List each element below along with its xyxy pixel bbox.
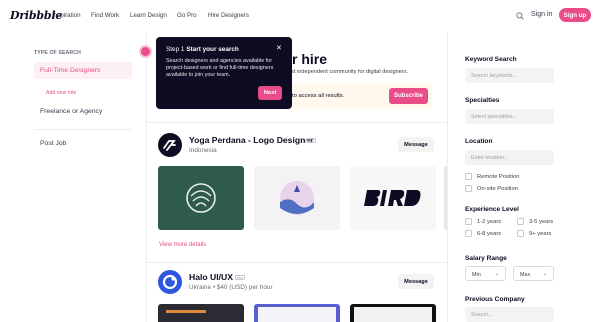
shot-detail bbox=[354, 307, 432, 322]
shot-thumbnail[interactable] bbox=[350, 166, 436, 230]
designer-location-rate: Ukraine • $40 (USD) per hour bbox=[189, 284, 273, 291]
salary-range-label: Salary Range bbox=[465, 255, 507, 262]
sidebar-item-full-time[interactable]: Full-Time Designers bbox=[34, 62, 132, 79]
onsite-checkbox[interactable] bbox=[465, 185, 472, 192]
top-nav: Dribbble Inspiration Find Work Learn Des… bbox=[0, 0, 600, 32]
salary-min-value: Min bbox=[472, 271, 481, 278]
exp-9-plus-checkbox[interactable] bbox=[517, 230, 524, 237]
main-separator-1 bbox=[147, 122, 447, 123]
shot-thumbnail[interactable] bbox=[254, 166, 340, 230]
salary-max-value: Max bbox=[520, 271, 531, 278]
sidebar-divider bbox=[146, 32, 147, 322]
add-new-role-link[interactable]: Add new role bbox=[46, 90, 76, 96]
keyword-search-input[interactable]: Search keywords... bbox=[465, 68, 554, 83]
subscribe-button[interactable]: Subscribe bbox=[389, 88, 428, 104]
sign-up-button[interactable]: Sign up bbox=[559, 8, 591, 22]
main-separator-2 bbox=[147, 262, 447, 263]
message-button[interactable]: Message bbox=[398, 137, 434, 152]
close-icon[interactable]: ✕ bbox=[276, 44, 282, 52]
nav-link-go-pro[interactable]: Go Pro bbox=[177, 12, 197, 19]
nav-link-find-work[interactable]: Find Work bbox=[91, 12, 119, 19]
page-title: r hire bbox=[292, 51, 328, 67]
shot-detail bbox=[258, 307, 336, 322]
avatar[interactable] bbox=[158, 133, 182, 157]
onsite-label: On-site Position bbox=[477, 186, 518, 192]
designer-name[interactable]: Halo UI/UX bbox=[189, 272, 233, 282]
chevron-down-icon: ⌄ bbox=[494, 271, 499, 277]
salary-min-select[interactable]: Min ⌄ bbox=[465, 266, 506, 281]
experience-level-label: Experience Level bbox=[465, 206, 519, 213]
previous-company-label: Previous Company bbox=[465, 296, 525, 303]
onboarding-tooltip: Step 1 Start your search ✕ Search design… bbox=[156, 37, 292, 109]
filters-divider bbox=[447, 32, 448, 322]
view-more-details-link[interactable]: View more details bbox=[159, 242, 206, 248]
tour-title: Start your search bbox=[186, 46, 239, 53]
yp-monogram-icon bbox=[163, 140, 176, 151]
exp-3-5-checkbox[interactable] bbox=[517, 218, 524, 225]
halo-logo-icon bbox=[162, 274, 178, 290]
sidebar-item-post-job[interactable]: Post Job bbox=[40, 140, 66, 147]
tour-beacon[interactable] bbox=[141, 47, 150, 56]
keyword-search-label: Keyword Search bbox=[465, 56, 517, 63]
specialties-select[interactable]: Select specialties... bbox=[465, 109, 554, 124]
remote-checkbox[interactable] bbox=[465, 173, 472, 180]
exp-9-plus-label: 9+ years bbox=[529, 231, 552, 237]
shot-thumbnail[interactable] bbox=[350, 304, 436, 322]
location-input[interactable]: Enter location... bbox=[465, 150, 554, 165]
shot-thumbnail-partial[interactable] bbox=[444, 166, 447, 230]
sidebar-item-label: Full-Time Designers bbox=[40, 67, 101, 74]
specialties-label: Specialties bbox=[465, 97, 500, 104]
exp-6-8-label: 6-8 years bbox=[477, 231, 502, 237]
nav-link-hire-designers[interactable]: Hire Designers bbox=[208, 12, 249, 19]
tour-body: Search designers and agencies available … bbox=[166, 58, 274, 78]
exp-3-5-label: 3-5 years bbox=[529, 219, 554, 225]
shot-detail bbox=[166, 310, 206, 313]
message-button[interactable]: Message bbox=[398, 274, 434, 289]
tour-step-heading: Step 1 Start your search bbox=[166, 46, 239, 53]
sign-in-link[interactable]: Sign in bbox=[531, 11, 552, 18]
search-icon[interactable] bbox=[516, 12, 524, 20]
designer-location: Ukraine bbox=[189, 284, 212, 291]
exp-6-8-checkbox[interactable] bbox=[465, 230, 472, 237]
designer-rate: $40 (USD) per hour bbox=[216, 284, 273, 291]
shot-thumbnail[interactable] bbox=[254, 304, 340, 322]
chevron-down-icon: ⌄ bbox=[542, 271, 547, 277]
mountain-logo-icon bbox=[280, 181, 314, 215]
shot-thumbnail[interactable] bbox=[158, 166, 244, 230]
exp-1-2-checkbox[interactable] bbox=[465, 218, 472, 225]
pro-badge: PRO bbox=[235, 275, 245, 280]
nav-link-learn-design[interactable]: Learn Design bbox=[130, 12, 167, 19]
sidebar-separator bbox=[34, 129, 132, 130]
designer-name[interactable]: Yoga Perdana - Logo Designer bbox=[189, 135, 313, 145]
page-subtitle: est independent community for digital de… bbox=[288, 69, 409, 75]
location-label: Location bbox=[465, 138, 493, 145]
subscribe-banner-text: to access all results. bbox=[292, 93, 345, 99]
bird-wordmark-icon bbox=[364, 190, 421, 206]
avatar[interactable] bbox=[158, 270, 182, 294]
shot-thumbnail[interactable] bbox=[158, 304, 244, 322]
tour-step-number: Step 1 bbox=[166, 46, 185, 53]
sidebar-item-freelance[interactable]: Freelance or Agency bbox=[40, 108, 102, 115]
remote-label: Remote Position bbox=[477, 174, 520, 180]
exp-1-2-label: 1-2 years bbox=[477, 219, 502, 225]
swirl-logo-icon bbox=[186, 183, 216, 213]
salary-max-select[interactable]: Max ⌄ bbox=[513, 266, 554, 281]
nav-link-inspiration[interactable]: Inspiration bbox=[52, 12, 81, 19]
designer-location: Indonesia bbox=[189, 147, 217, 154]
subscribe-banner: to access all results. Subscribe bbox=[290, 83, 432, 109]
previous-company-input[interactable]: Search... bbox=[465, 307, 554, 322]
tour-next-button[interactable]: Next bbox=[258, 86, 282, 100]
type-of-search-heading: TYPE OF SEARCH bbox=[34, 50, 81, 56]
pro-badge: PRO bbox=[306, 138, 316, 143]
